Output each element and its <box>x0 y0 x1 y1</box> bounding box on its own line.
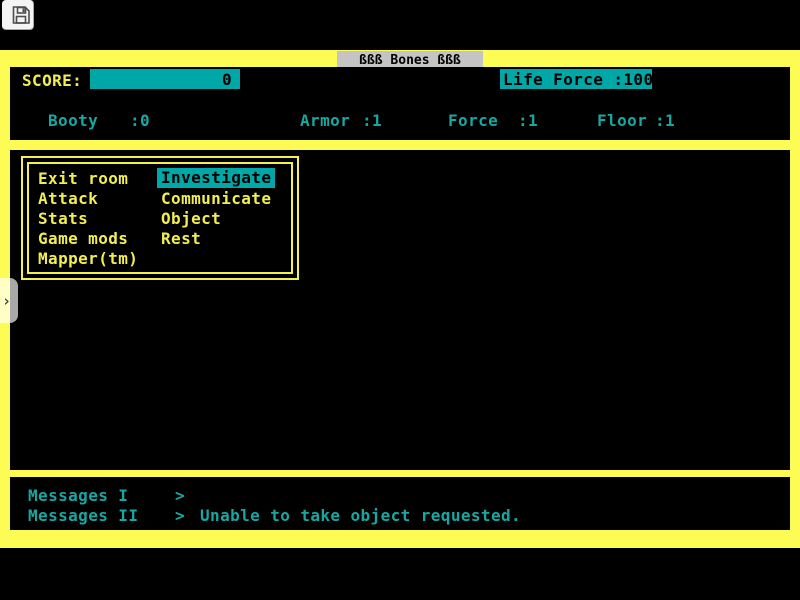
menu-item-game-mods[interactable]: Game mods <box>38 229 128 249</box>
game-window: ßßß Bones ßßß SCORE: 0 Life Force :100 B… <box>0 50 800 548</box>
save-button[interactable] <box>2 0 34 30</box>
menu-item-object[interactable]: Object <box>161 209 221 229</box>
stat-armor-value: :1 <box>362 111 382 130</box>
menu-item-investigate[interactable]: Investigate <box>157 168 275 188</box>
messages-panel: Messages I > Messages II > Unable to tak… <box>10 477 790 530</box>
status-panel: SCORE: 0 Life Force :100 Booty :0 Armor … <box>10 67 790 140</box>
stat-floor-label: Floor <box>597 111 647 130</box>
messages-2-label: Messages II <box>28 508 138 524</box>
stat-booty-value: :0 <box>130 111 150 130</box>
menu-item-exit-room[interactable]: Exit room <box>38 169 128 189</box>
messages-2-prompt: > <box>175 508 185 524</box>
score-value: 0 <box>222 70 232 89</box>
stat-force-value: :1 <box>518 111 538 130</box>
stat-floor-value: :1 <box>655 111 675 130</box>
menu-item-attack[interactable]: Attack <box>38 189 98 209</box>
menu-item-communicate[interactable]: Communicate <box>161 189 271 209</box>
score-label: SCORE: <box>22 71 82 90</box>
life-force-badge: Life Force :100 <box>500 69 652 89</box>
stat-armor-label: Armor <box>300 111 350 130</box>
menu-item-rest[interactable]: Rest <box>161 229 201 249</box>
floppy-disk-icon <box>11 5 31 25</box>
messages-1-prompt: > <box>175 488 185 504</box>
messages-1-label: Messages I <box>28 488 128 504</box>
main-panel: Exit room Attack Stats Game mods Mapper(… <box>10 150 790 470</box>
chevron-right-icon: › <box>2 292 11 310</box>
messages-2-text: Unable to take object requested. <box>200 508 521 524</box>
stat-booty-label: Booty <box>48 111 98 130</box>
stat-force-label: Force <box>448 111 498 130</box>
menu-item-stats[interactable]: Stats <box>38 209 88 229</box>
score-bar: 0 <box>90 69 240 89</box>
side-panel-toggle[interactable]: › <box>0 278 18 323</box>
menu-item-mapper[interactable]: Mapper(tm) <box>38 249 138 269</box>
